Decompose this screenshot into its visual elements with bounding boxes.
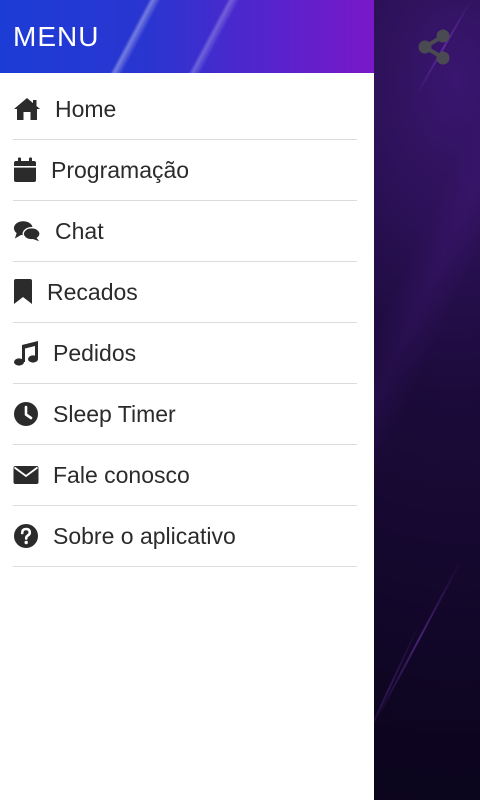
calendar-icon (13, 156, 41, 184)
menu-item-label: Fale conosco (53, 462, 190, 488)
menu-list: Home Programação Chat Recados Pedidos Sl… (13, 79, 357, 567)
menu-item-label: Chat (55, 218, 104, 244)
share-button[interactable] (414, 27, 454, 67)
menu-item-sobre-o-aplicativo[interactable]: Sobre o aplicativo (13, 506, 357, 567)
navigation-drawer: MENU Home Programação Chat Recados Pedid… (0, 0, 374, 800)
menu-item-home[interactable]: Home (13, 79, 357, 140)
menu-item-label: Sleep Timer (53, 401, 176, 427)
menu-item-label: Sobre o aplicativo (53, 523, 236, 549)
bookmark-icon (13, 278, 41, 306)
menu-item-recados[interactable]: Recados (13, 262, 357, 323)
menu-item-programacao[interactable]: Programação (13, 140, 357, 201)
clock-icon (13, 400, 41, 428)
light-streak (375, 560, 462, 720)
drawer-header: MENU (0, 0, 374, 73)
menu-item-fale-conosco[interactable]: Fale conosco (13, 445, 357, 506)
question-circle-icon (13, 522, 41, 550)
menu-item-label: Home (55, 96, 117, 122)
menu-item-sleep-timer[interactable]: Sleep Timer (13, 384, 357, 445)
home-icon (13, 95, 41, 123)
menu-title: MENU (13, 21, 100, 52)
menu-item-label: Pedidos (53, 340, 137, 366)
share-icon (418, 29, 450, 65)
chat-icon (13, 217, 41, 245)
envelope-icon (13, 461, 41, 489)
menu-item-label: Recados (47, 279, 138, 305)
music-icon (13, 339, 41, 367)
menu-item-chat[interactable]: Chat (13, 201, 357, 262)
menu-item-pedidos[interactable]: Pedidos (13, 323, 357, 384)
menu-item-label: Programação (51, 157, 190, 183)
